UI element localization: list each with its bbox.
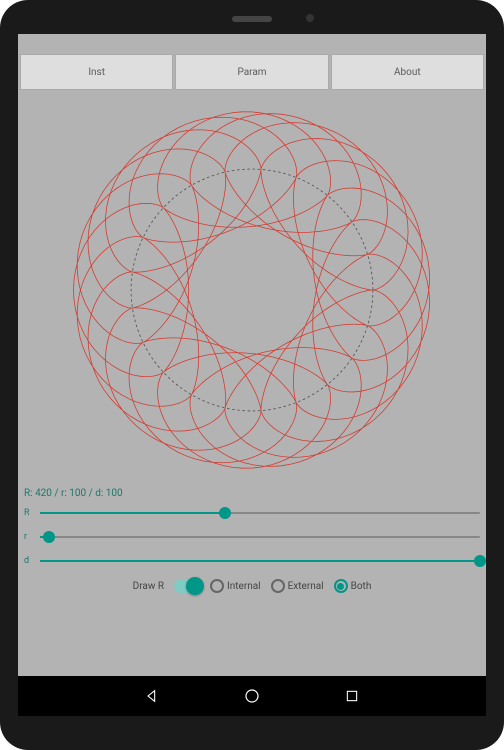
- tab-about[interactable]: About: [331, 54, 484, 90]
- triangle-back-icon: [144, 688, 160, 704]
- slider-r[interactable]: [40, 536, 480, 538]
- slider-label-R: R: [24, 508, 34, 518]
- status-bar: [18, 34, 486, 54]
- switch-knob: [186, 577, 204, 595]
- radio-both[interactable]: Both: [334, 579, 372, 593]
- screen: Inst Param About R: 420 / r: 100 / d: 10…: [18, 34, 486, 716]
- slider-label-r: r: [24, 532, 34, 542]
- hypotrochoid-curve: [132, 169, 372, 410]
- nav-back-button[interactable]: [142, 686, 162, 706]
- slider-R[interactable]: [40, 512, 480, 514]
- radio-external[interactable]: External: [271, 579, 324, 593]
- slider-thumb-d[interactable]: [474, 555, 486, 567]
- nav-home-button[interactable]: [242, 686, 262, 706]
- radio-circle-icon: [271, 579, 285, 593]
- epitrochoid-curve: [74, 112, 430, 468]
- guide-circle: [131, 169, 373, 411]
- slider-thumb-r[interactable]: [43, 531, 55, 543]
- slider-label-d: d: [24, 556, 34, 566]
- nav-recent-button[interactable]: [342, 686, 362, 706]
- speaker-slot: [232, 16, 272, 22]
- tab-inst[interactable]: Inst: [20, 54, 173, 90]
- circle-home-icon: [243, 687, 261, 705]
- drawR-label: Draw R: [133, 581, 164, 592]
- slider-row-r: r: [24, 525, 480, 549]
- radio-both-label: Both: [351, 581, 372, 592]
- slider-thumb-R[interactable]: [219, 507, 231, 519]
- square-recent-icon: [344, 688, 360, 704]
- radio-circle-icon: [334, 579, 348, 593]
- radio-internal[interactable]: Internal: [210, 579, 261, 593]
- radio-internal-label: Internal: [227, 581, 261, 592]
- slider-row-R: R: [24, 501, 480, 525]
- slider-row-d: d: [24, 549, 480, 573]
- radio-external-label: External: [288, 581, 324, 592]
- radio-circle-icon: [210, 579, 224, 593]
- tablet-frame: Inst Param About R: 420 / r: 100 / d: 10…: [0, 0, 504, 750]
- slider-group: R r d: [18, 501, 486, 573]
- params-readout: R: 420 / r: 100 / d: 100: [18, 484, 486, 501]
- slider-d[interactable]: [40, 560, 480, 562]
- android-nav-bar: [18, 676, 486, 716]
- app-content: Inst Param About R: 420 / r: 100 / d: 10…: [18, 54, 486, 676]
- tab-bar: Inst Param About: [18, 54, 486, 90]
- tab-param[interactable]: Param: [175, 54, 328, 90]
- canvas-area: [18, 94, 486, 484]
- drawR-switch[interactable]: [174, 579, 200, 593]
- bottom-options: Draw R Internal External Both: [18, 573, 486, 597]
- spirograph-canvas: [62, 100, 442, 480]
- front-camera: [306, 14, 314, 22]
